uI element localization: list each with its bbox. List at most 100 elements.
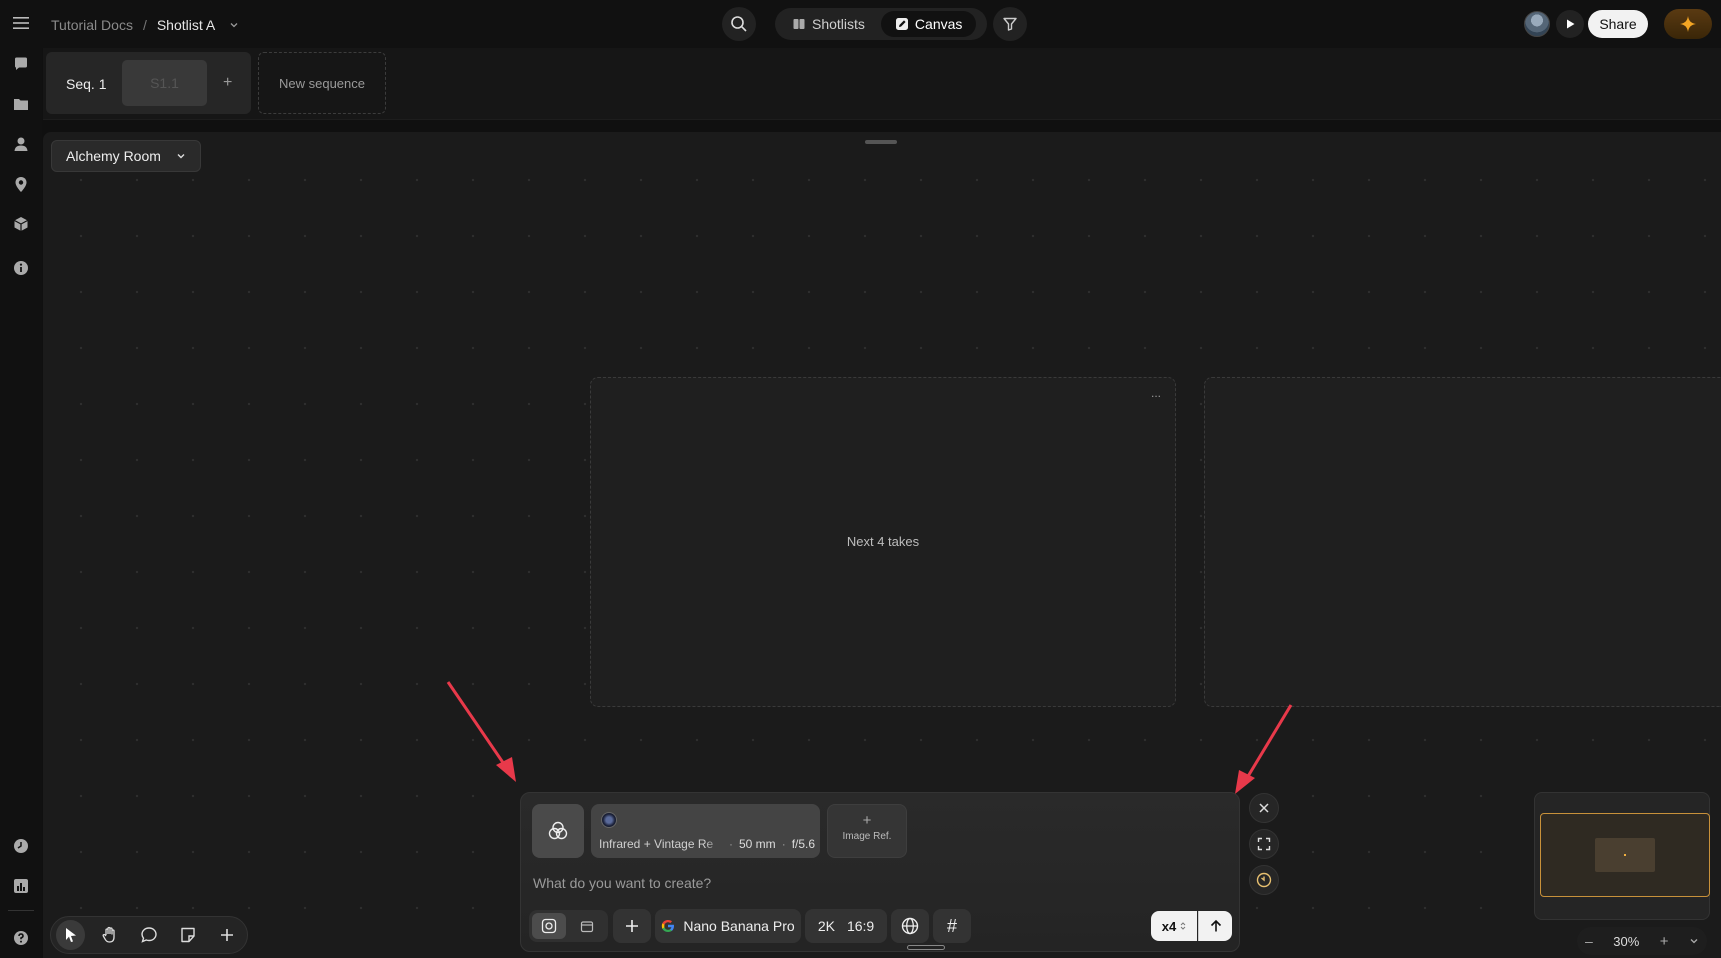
plus-icon (626, 920, 638, 932)
tab-shotlists[interactable]: Shotlists (778, 11, 879, 37)
annotation-arrow-right (1235, 704, 1293, 794)
hand-tool[interactable] (95, 920, 124, 950)
ai-button[interactable] (1664, 9, 1712, 39)
folder-icon[interactable] (11, 94, 31, 114)
avatar[interactable] (1524, 11, 1550, 37)
sequence-label[interactable]: Seq. 1 (66, 76, 106, 92)
output-settings[interactable]: 2K 16:9 (805, 909, 887, 943)
search-button[interactable] (722, 7, 756, 41)
resolution-value: 2K (817, 918, 835, 934)
edit-icon (895, 18, 908, 30)
comment-tool[interactable] (134, 920, 163, 950)
speech-bubble-icon (141, 927, 157, 943)
select-tool[interactable] (56, 920, 86, 950)
drag-handle[interactable] (865, 140, 897, 144)
web-search-button[interactable] (891, 909, 929, 943)
arrow-up-icon (1210, 919, 1221, 932)
preset-details: Infrared + Vintage Re · 50 mm · f/5.6 (599, 837, 815, 851)
chat-icon[interactable] (11, 54, 31, 74)
prompt-composer: Infrared + Vintage Re · 50 mm · f/5.6 + … (520, 792, 1240, 952)
preset-name: Infrared + Vintage Re (599, 837, 714, 851)
clock-icon (1256, 872, 1272, 888)
user-icon[interactable] (11, 134, 31, 154)
play-icon (1567, 19, 1575, 29)
sequence-strip: Seq. 1 S1.1 + New sequence (43, 48, 1721, 120)
minimap-viewport[interactable] (1540, 813, 1710, 897)
model-name: Nano Banana Pro (683, 918, 795, 934)
search-icon (731, 16, 747, 32)
history-composer-button[interactable] (1249, 865, 1279, 895)
left-rail (0, 48, 42, 958)
image-icon (541, 918, 557, 934)
style-button[interactable] (532, 804, 584, 858)
shot-label: S1.1 (150, 75, 179, 91)
share-label: Share (1599, 16, 1637, 32)
share-button[interactable]: Share (1588, 10, 1648, 38)
chevron-down-icon[interactable] (229, 20, 239, 30)
chart-icon[interactable] (11, 876, 31, 896)
cube-icon[interactable] (11, 214, 31, 234)
hand-icon (102, 926, 115, 943)
stepper-icon (1180, 922, 1186, 930)
tab-canvas[interactable]: Canvas (880, 11, 977, 37)
model-select[interactable]: Nano Banana Pro (655, 909, 801, 943)
sequence-card: Seq. 1 S1.1 + (46, 52, 251, 114)
add-shot-button[interactable]: + (223, 74, 232, 92)
count-value: x4 (1161, 918, 1177, 934)
preset-thumbnail (601, 812, 617, 828)
close-icon (1259, 803, 1269, 813)
takes-frame[interactable]: ... Next 4 takes (590, 377, 1176, 707)
minimap[interactable] (1534, 792, 1710, 920)
mode-toggle (529, 910, 608, 942)
shot-thumbnail[interactable]: S1.1 (122, 60, 207, 106)
send-button[interactable] (1198, 911, 1232, 941)
zoom-in-button[interactable]: + (1660, 933, 1669, 950)
cursor-icon (65, 928, 76, 942)
help-icon[interactable] (11, 928, 31, 948)
tags-button[interactable]: # (933, 909, 971, 943)
video-mode-button[interactable] (572, 913, 602, 939)
preset-aperture: f/5.6 (791, 837, 816, 851)
add-tool[interactable] (213, 920, 242, 950)
preset-separator: · (729, 837, 733, 851)
chevron-down-icon (1690, 939, 1698, 944)
breadcrumb-root[interactable]: Tutorial Docs (51, 17, 133, 33)
breadcrumb-separator: / (142, 17, 147, 33)
location-pin-icon[interactable] (11, 174, 31, 194)
hash-icon: # (946, 915, 957, 936)
frame-label: Next 4 takes (846, 534, 920, 549)
globe-icon (901, 917, 919, 935)
view-switch: Shotlists Canvas (775, 8, 987, 40)
new-sequence-button[interactable]: New sequence (258, 52, 386, 114)
breadcrumb-current[interactable]: Shotlist A (157, 17, 215, 33)
next-frame[interactable] (1204, 377, 1721, 707)
play-button[interactable] (1556, 10, 1584, 38)
info-icon[interactable] (11, 258, 31, 278)
preset-lens: 50 mm (739, 837, 776, 851)
add-button[interactable] (613, 909, 651, 943)
preset-card[interactable]: Infrared + Vintage Re · 50 mm · f/5.6 (591, 804, 820, 858)
filter-icon (1003, 17, 1017, 31)
close-composer-button[interactable] (1249, 793, 1279, 823)
count-select[interactable]: x4 (1151, 911, 1197, 941)
history-icon[interactable] (11, 836, 31, 856)
zoom-level: 30% (1613, 933, 1640, 949)
zoom-out-button[interactable]: – (1585, 933, 1593, 949)
google-icon (662, 920, 675, 932)
image-ref-button[interactable]: + Image Ref. (827, 804, 907, 858)
filter-button[interactable] (993, 7, 1027, 41)
menu-icon[interactable] (12, 15, 30, 31)
minimap-frame (1595, 838, 1655, 872)
preset-separator: · (781, 837, 786, 851)
plus-icon (221, 929, 234, 941)
clapper-icon (580, 921, 594, 933)
sticky-note-tool[interactable] (174, 920, 203, 950)
prompt-input[interactable]: What do you want to create? (533, 875, 1223, 891)
image-mode-button[interactable] (532, 913, 566, 939)
room-select[interactable]: Alchemy Room (51, 140, 201, 172)
frame-menu-icon[interactable]: ... (1151, 386, 1161, 400)
minimap-dot (1624, 854, 1626, 856)
tab-canvas-label: Canvas (914, 16, 963, 32)
annotation-arrow-left (446, 681, 516, 782)
expand-composer-button[interactable] (1249, 829, 1279, 859)
